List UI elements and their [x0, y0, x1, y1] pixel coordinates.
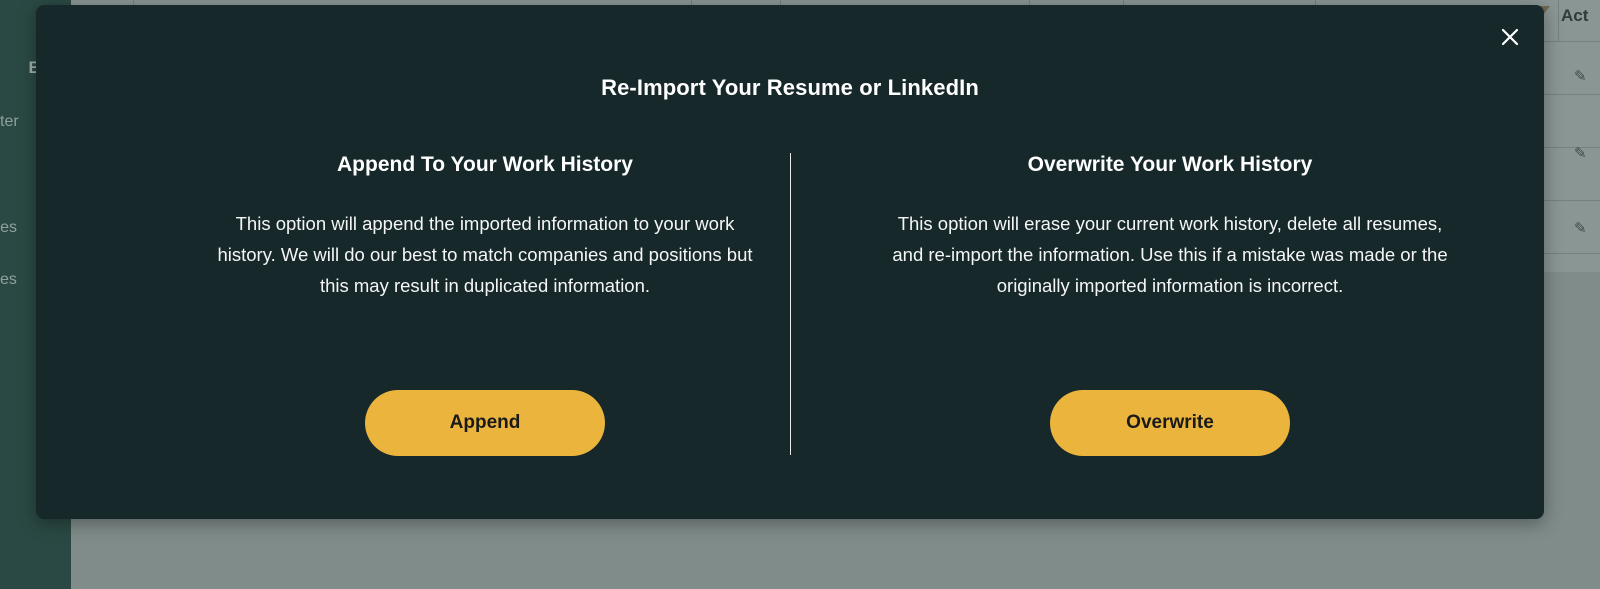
actions-column-header: Act	[1558, 0, 1600, 42]
reimport-modal: Re-Import Your Resume or LinkedIn Append…	[36, 5, 1544, 519]
pencil-icon[interactable]: ✎	[1574, 69, 1590, 85]
vertical-divider	[790, 153, 791, 455]
overwrite-description: This option will erase your current work…	[892, 213, 1448, 296]
overwrite-button[interactable]: Overwrite	[1050, 390, 1290, 456]
overwrite-heading: Overwrite Your Work History	[1027, 153, 1313, 176]
overwrite-option: Overwrite Your Work History This option …	[870, 150, 1470, 456]
append-button[interactable]: Append	[365, 390, 605, 456]
append-description: This option will append the imported inf…	[217, 213, 753, 296]
append-option: Append To Your Work History This option …	[185, 150, 785, 456]
append-heading: Append To Your Work History	[337, 153, 633, 176]
close-button[interactable]	[1498, 25, 1522, 49]
close-icon	[1498, 25, 1522, 49]
modal-title: Re-Import Your Resume or LinkedIn	[601, 75, 979, 100]
